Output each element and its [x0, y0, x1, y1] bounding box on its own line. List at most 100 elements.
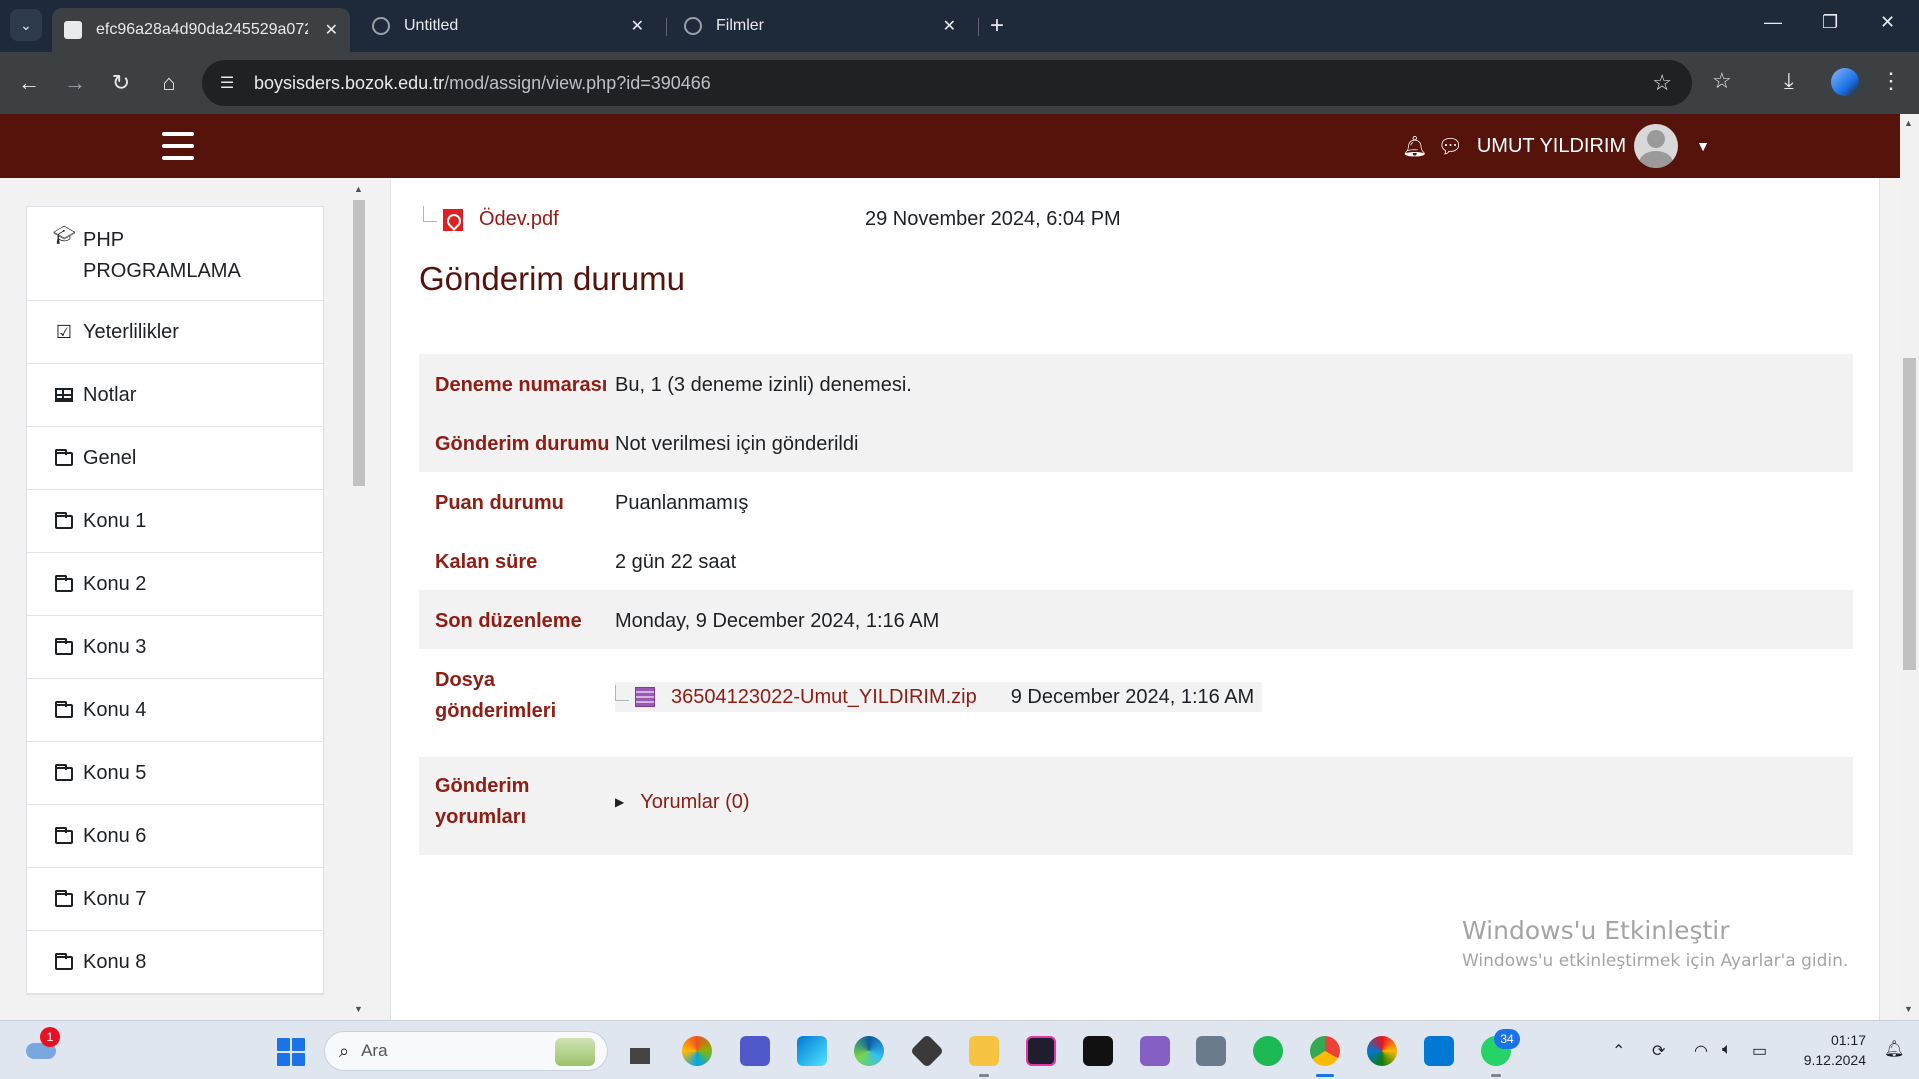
volume-icon[interactable]: 🔈︎ [1722, 1041, 1732, 1059]
edge-icon[interactable] [854, 1036, 884, 1066]
chevron-down-icon: ⌄ [20, 16, 32, 33]
phpstorm-icon[interactable] [1026, 1036, 1056, 1066]
nav-item-topic-8[interactable]: Konu 8 [27, 931, 323, 994]
scrollbar-thumb[interactable] [353, 200, 365, 486]
tree-line [615, 685, 629, 701]
battery-icon[interactable]: ▭ [1752, 1041, 1767, 1061]
system-clock[interactable]: 01:17 9.12.2024 [1796, 1030, 1866, 1070]
nav-item-label: Konu 6 [83, 824, 147, 847]
attachment-date: 29 November 2024, 6:04 PM [865, 208, 1121, 230]
tab-title: Filmler [716, 17, 764, 34]
epic-games-icon[interactable] [1083, 1036, 1113, 1066]
nav-item-topic-4[interactable]: Konu 4 [27, 679, 323, 742]
avatar[interactable] [1634, 124, 1679, 168]
scroll-up-icon[interactable]: ▲ [1904, 118, 1913, 128]
nav-item-grades[interactable]: Notlar [27, 364, 323, 427]
teams-icon[interactable] [740, 1036, 770, 1066]
file-explorer-icon[interactable] [969, 1036, 999, 1077]
tab-untitled[interactable]: Untitled ✕ [360, 8, 656, 44]
vscode-icon[interactable] [1424, 1036, 1454, 1066]
attachment-link[interactable]: Ödev.pdf [479, 208, 559, 231]
reload-icon[interactable]: ↻ [104, 66, 138, 100]
drawer-scrollbar[interactable]: ▲ ▼ [350, 178, 368, 1020]
browser-toolbar: ← → ↻ ⌂ ☰ boysisders.bozok.edu.tr/mod/as… [0, 52, 1919, 114]
folder-icon [53, 449, 75, 466]
chevron-up-icon[interactable]: ⌃ [1612, 1041, 1625, 1061]
store-icon[interactable] [797, 1036, 827, 1066]
user-name[interactable]: UMUT YILDIRIM [1477, 135, 1626, 158]
intro-attachment: Ödev.pdf 29 November 2024, 6:04 PM [423, 205, 1121, 231]
bell-icon[interactable]: 🔔︎ [1402, 134, 1427, 159]
chrome-icon[interactable] [1310, 1036, 1340, 1077]
app-window-icon[interactable] [1196, 1036, 1226, 1066]
nav-item-course[interactable]: 🎓︎ PHP PROGRAMLAMA [27, 207, 323, 301]
scrollbar-thumb[interactable] [1903, 358, 1916, 670]
nav-item-topic-7[interactable]: Konu 7 [27, 868, 323, 931]
nav-item-topic-1[interactable]: Konu 1 [27, 490, 323, 553]
globe-icon [372, 17, 390, 35]
nav-item-label: Genel [83, 446, 137, 469]
app-icon[interactable] [910, 1034, 944, 1068]
minimize-icon[interactable]: — [1764, 12, 1782, 33]
notifications-bell-icon[interactable]: 🔔︎ [1884, 1039, 1904, 1059]
clock-time: 01:17 [1830, 1032, 1866, 1048]
nav-item-topic-6[interactable]: Konu 6 [27, 805, 323, 868]
scroll-up-icon[interactable]: ▲ [354, 184, 363, 194]
address-bar[interactable]: ☰ boysisders.bozok.edu.tr/mod/assign/vie… [202, 60, 1692, 106]
caret-down-icon[interactable]: ▼ [1696, 138, 1710, 154]
profile-avatar[interactable] [1831, 68, 1859, 96]
new-tab-button[interactable]: + [990, 12, 1004, 40]
restore-icon[interactable]: ❐ [1822, 12, 1838, 33]
hamburger-menu-icon[interactable] [162, 132, 194, 160]
bookmark-star-icon[interactable]: ☆ [1652, 70, 1672, 96]
submitted-file-link[interactable]: 36504123022-Umut_YILDIRIM.zip [671, 682, 977, 713]
close-icon[interactable]: ✕ [325, 20, 338, 40]
task-view-icon[interactable] [624, 1036, 654, 1066]
chat-bubble-icon[interactable]: 💬︎ [1437, 134, 1462, 159]
sync-icon[interactable]: ⟳ [1652, 1041, 1665, 1061]
tab-search-button[interactable]: ⌄ [10, 9, 42, 41]
row-value: ▶ Yorumlar (0) [615, 757, 1853, 855]
bookmarks-icon[interactable]: ☆ [1712, 68, 1732, 94]
url-text[interactable]: boysisders.bozok.edu.tr/mod/assign/view.… [254, 73, 711, 94]
row-value: Puanlanmamış [615, 492, 749, 514]
close-icon[interactable]: ✕ [943, 16, 956, 36]
back-icon[interactable]: ← [12, 66, 46, 100]
spotify-icon[interactable] [1253, 1036, 1283, 1066]
url-path: /mod/assign/view.php?id=390466 [444, 72, 711, 93]
nav-item-topic-2[interactable]: Konu 2 [27, 553, 323, 616]
nav-item-topic-3[interactable]: Konu 3 [27, 616, 323, 679]
page-scrollbar[interactable]: ▲ ▼ [1900, 114, 1919, 1020]
home-icon[interactable]: ⌂ [152, 66, 186, 100]
tab-title: efc96a28a4d90da245529a072b [96, 21, 308, 38]
color-app-icon[interactable] [1367, 1036, 1397, 1066]
close-icon[interactable]: ✕ [631, 16, 644, 36]
folder-icon [53, 575, 75, 592]
weather-widget[interactable]: 1 [26, 1027, 60, 1061]
nav-item-competencies[interactable]: ☑ Yeterlilikler [27, 301, 323, 364]
download-icon[interactable]: ⤓ [1784, 68, 1794, 94]
wifi-icon[interactable]: ◠ [1694, 1041, 1708, 1061]
nav-item-topic-5[interactable]: Konu 5 [27, 742, 323, 805]
folder-icon [53, 638, 75, 655]
forward-icon[interactable]: → [58, 66, 92, 100]
section-title: Gönderim durumu [419, 260, 685, 297]
row-label: Dosya gönderimleri [435, 669, 557, 722]
user-menu[interactable]: 🔔︎ 💬︎ UMUT YILDIRIM ▼ [1402, 122, 1710, 170]
tab-separator [666, 18, 667, 36]
windows-start-icon[interactable] [277, 1038, 305, 1066]
menu-dots-icon[interactable]: ⋮ [1880, 68, 1902, 94]
copilot-icon[interactable] [682, 1036, 712, 1066]
visual-studio-icon[interactable] [1140, 1036, 1170, 1066]
nav-item-general[interactable]: Genel [27, 427, 323, 490]
tab-filmler[interactable]: Filmler ✕ [672, 8, 968, 44]
whatsapp-badge: 34 [1494, 1029, 1520, 1049]
scroll-down-icon[interactable]: ▼ [1904, 1004, 1913, 1014]
window-close-icon[interactable]: ✕ [1880, 12, 1895, 33]
taskbar-search[interactable]: ⌕ Ara [324, 1031, 608, 1071]
site-settings-icon[interactable]: ☰ [216, 72, 238, 94]
tab-active[interactable]: efc96a28a4d90da245529a072b ✕ [52, 8, 350, 52]
scroll-down-icon[interactable]: ▼ [354, 1004, 363, 1014]
browser-tab-strip: ⌄ efc96a28a4d90da245529a072b ✕ Untitled … [0, 0, 1919, 52]
comments-toggle[interactable]: ▶ Yorumlar (0) [615, 787, 750, 818]
